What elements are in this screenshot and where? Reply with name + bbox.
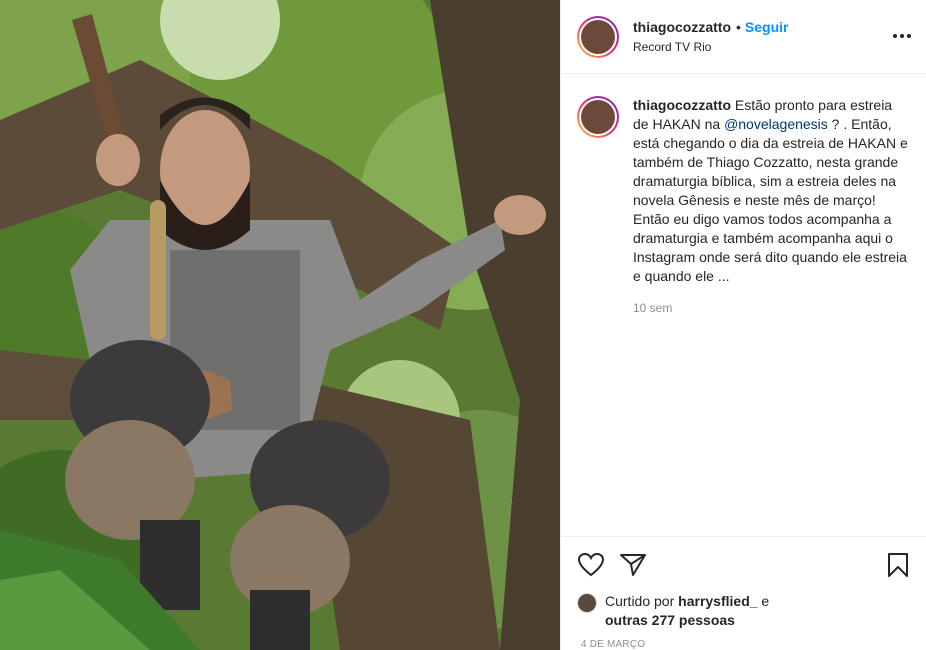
likes-summary: Curtido por harrysflied_ e outras 277 pe… (561, 592, 926, 630)
liker-username[interactable]: harrysflied_ (678, 593, 757, 609)
likes-others-link[interactable]: outras 277 pessoas (605, 612, 735, 628)
likes-middle: e (757, 593, 770, 609)
post-photo[interactable] (0, 0, 560, 650)
instagram-post-view: thiagocozzatto • Seguir Record TV Rio th… (0, 0, 926, 650)
author-avatar-ring[interactable] (577, 15, 619, 58)
send-icon[interactable] (619, 551, 647, 579)
post-image (0, 0, 560, 650)
post-details-panel: thiagocozzatto • Seguir Record TV Rio th… (560, 0, 926, 650)
caption: thiagocozzatto Estão pronto para estreia… (577, 96, 910, 318)
caption-time-ago[interactable]: 10 sem (633, 299, 909, 318)
liker-avatar[interactable] (577, 593, 597, 613)
more-options-icon[interactable] (892, 28, 912, 39)
post-header: thiagocozzatto • Seguir Record TV Rio (561, 0, 926, 74)
caption-avatar[interactable] (581, 100, 615, 134)
follow-button[interactable]: Seguir (745, 19, 789, 35)
bookmark-icon[interactable] (884, 551, 912, 579)
separator-dot: • (736, 19, 741, 35)
caption-username[interactable]: thiagocozzatto (633, 97, 731, 113)
caption-mention-link[interactable]: @novelagenesis (724, 116, 828, 132)
author-avatar[interactable] (581, 19, 615, 54)
post-location[interactable]: Record TV Rio (633, 40, 788, 54)
comments-section: thiagocozzatto Estão pronto para estreia… (561, 74, 926, 536)
author-username[interactable]: thiagocozzatto (633, 19, 731, 35)
caption-text-end: ? . Então, está chegando o dia da estrei… (633, 116, 908, 284)
caption-avatar-ring[interactable] (577, 96, 619, 138)
heart-icon[interactable] (577, 551, 605, 579)
post-date[interactable]: 4 DE MARÇO (561, 630, 926, 650)
action-bar (561, 536, 926, 592)
likes-prefix: Curtido por (605, 593, 679, 609)
